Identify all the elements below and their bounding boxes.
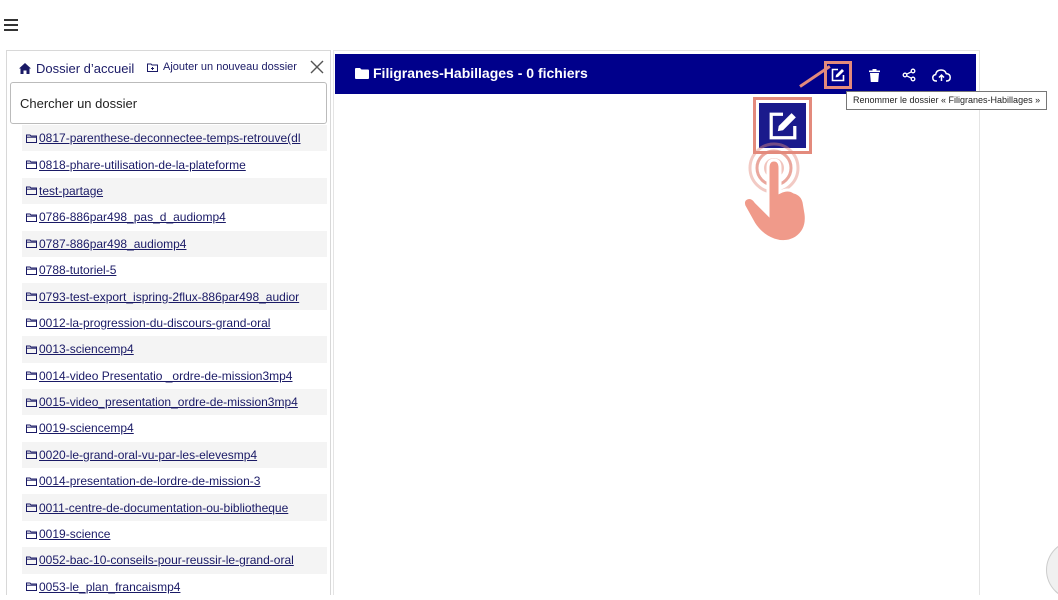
folder-header-bar: Filigranes-Habillages - 0 fichiers <box>335 54 976 94</box>
edit-icon <box>831 68 845 82</box>
share-icon <box>902 68 916 82</box>
delete-folder-button[interactable] <box>860 61 888 89</box>
folder-list-item[interactable]: 0786-886par498_pas_d_audiomp4 <box>22 204 327 230</box>
close-icon[interactable] <box>310 60 324 74</box>
trash-icon <box>868 68 880 82</box>
folder-link[interactable]: 0019-sciencemp4 <box>39 421 134 435</box>
folder-link[interactable]: 0013-sciencemp4 <box>39 342 134 356</box>
folder-outline-icon <box>26 213 37 222</box>
folder-outline-icon <box>26 530 37 539</box>
folder-list-item[interactable]: 0793-test-export_ispring-2flux-886par498… <box>22 283 327 310</box>
home-folder-link[interactable]: Dossier d’accueil <box>19 61 134 76</box>
folder-link[interactable]: 0019-science <box>39 527 110 541</box>
add-folder-label: Ajouter un nouveau dossier <box>163 61 297 73</box>
folder-link[interactable]: 0817-parenthese-deconnectee-temps-retrou… <box>39 131 301 145</box>
folder-list-item[interactable]: 0014-video Presentatio _ordre-de-mission… <box>22 363 327 389</box>
folder-link[interactable]: 0020-le-grand-oral-vu-par-les-elevesmp4 <box>39 448 257 462</box>
folder-link[interactable]: test-partage <box>39 184 103 198</box>
folder-outline-icon <box>26 134 37 143</box>
folder-outline-icon <box>26 503 37 513</box>
folder-list-item[interactable]: 0019-sciencemp4 <box>22 415 327 441</box>
folder-list-item[interactable]: test-partage <box>22 177 327 205</box>
folder-list-item[interactable]: 0053-le_plan_francaismp4 <box>22 574 327 595</box>
share-folder-button[interactable] <box>895 61 923 89</box>
home-folder-label: Dossier d’accueil <box>36 61 135 76</box>
folder-list-item[interactable]: 0011-centre-de-documentation-ou-biblioth… <box>22 494 327 521</box>
folder-list: 0817-parenthese-deconnectee-temps-retrou… <box>22 125 327 595</box>
folder-outline-icon <box>26 318 37 328</box>
folder-sidebar: Dossier d’accueil Ajouter un nouveau dos… <box>6 50 331 595</box>
folder-title-wrap: Filigranes-Habillages - 0 fichiers <box>355 65 588 81</box>
folder-link[interactable]: 0014-presentation-de-lordre-de-mission-3 <box>39 474 260 488</box>
folder-link[interactable]: 0818-phare-utilisation-de-la-plateforme <box>39 158 246 172</box>
folder-search-input[interactable] <box>10 82 327 124</box>
folder-outline-icon <box>26 292 37 302</box>
folder-list-item[interactable]: 0015-video_presentation_ordre-de-mission… <box>22 388 327 416</box>
folder-list-item[interactable]: 0012-la-progression-du-discours-grand-or… <box>22 310 327 336</box>
folder-link[interactable]: 0011-centre-de-documentation-ou-biblioth… <box>39 501 288 515</box>
folder-outline-icon <box>26 371 37 381</box>
folder-outline-icon <box>26 186 37 196</box>
cloud-upload-icon <box>931 69 951 82</box>
rename-tooltip: Renommer le dossier « Filigranes-Habilla… <box>846 91 1048 110</box>
folder-link[interactable]: 0786-886par498_pas_d_audiomp4 <box>39 210 226 224</box>
folder-outline-icon <box>26 424 37 433</box>
folder-outline-icon <box>26 266 37 275</box>
folder-link[interactable]: 0793-test-export_ispring-2flux-886par498… <box>39 290 299 304</box>
folder-list-item[interactable]: 0818-phare-utilisation-de-la-plateforme <box>22 151 327 177</box>
add-folder-link[interactable]: Ajouter un nouveau dossier <box>147 61 297 73</box>
folder-outline-icon <box>26 398 37 407</box>
floating-widget[interactable] <box>1046 540 1058 600</box>
folder-list-item[interactable]: 0019-science <box>22 521 327 547</box>
pointer-hand-icon <box>741 142 808 244</box>
new-folder-icon <box>147 63 158 72</box>
folder-title: Filigranes-Habillages - 0 fichiers <box>373 65 588 81</box>
folder-list-item[interactable]: 0013-sciencemp4 <box>22 336 327 363</box>
folder-link[interactable]: 0015-video_presentation_ordre-de-mission… <box>39 395 298 409</box>
folder-list-item[interactable]: 0014-presentation-de-lordre-de-mission-3 <box>22 468 327 494</box>
folder-link[interactable]: 0014-video Presentatio _ordre-de-mission… <box>39 369 292 383</box>
folder-list-item[interactable]: 0788-tutoriel-5 <box>22 257 327 283</box>
edit-icon <box>769 112 796 139</box>
upload-button[interactable] <box>927 61 955 89</box>
hamburger-icon[interactable] <box>4 19 18 33</box>
folder-link[interactable]: 0052-bac-10-conseils-pour-reussir-le-gra… <box>39 553 294 567</box>
folder-outline-icon <box>26 345 37 354</box>
folder-link[interactable]: 0012-la-progression-du-discours-grand-or… <box>39 316 270 330</box>
folder-outline-icon <box>26 160 37 170</box>
folder-list-item[interactable]: 0052-bac-10-conseils-pour-reussir-le-gra… <box>22 547 327 574</box>
folder-link[interactable]: 0053-le_plan_francaismp4 <box>39 580 180 594</box>
folder-outline-icon <box>26 477 37 486</box>
folder-list-item[interactable]: 0787-886par498_audiomp4 <box>22 230 327 257</box>
folder-outline-icon <box>26 239 37 249</box>
folder-link[interactable]: 0788-tutoriel-5 <box>39 263 116 277</box>
folder-content-panel: Filigranes-Habillages - 0 fichiers <box>333 50 980 595</box>
folder-icon <box>355 67 369 79</box>
folder-outline-icon <box>26 556 37 565</box>
folder-link[interactable]: 0787-886par498_audiomp4 <box>39 237 186 251</box>
folder-outline-icon <box>26 450 37 460</box>
folder-list-item[interactable]: 0020-le-grand-oral-vu-par-les-elevesmp4 <box>22 441 327 469</box>
folder-outline-icon <box>26 582 37 592</box>
folder-list-item[interactable]: 0817-parenthese-deconnectee-temps-retrou… <box>22 125 327 152</box>
sidebar-header: Dossier d’accueil Ajouter un nouveau dos… <box>7 51 330 81</box>
home-icon <box>19 63 31 74</box>
